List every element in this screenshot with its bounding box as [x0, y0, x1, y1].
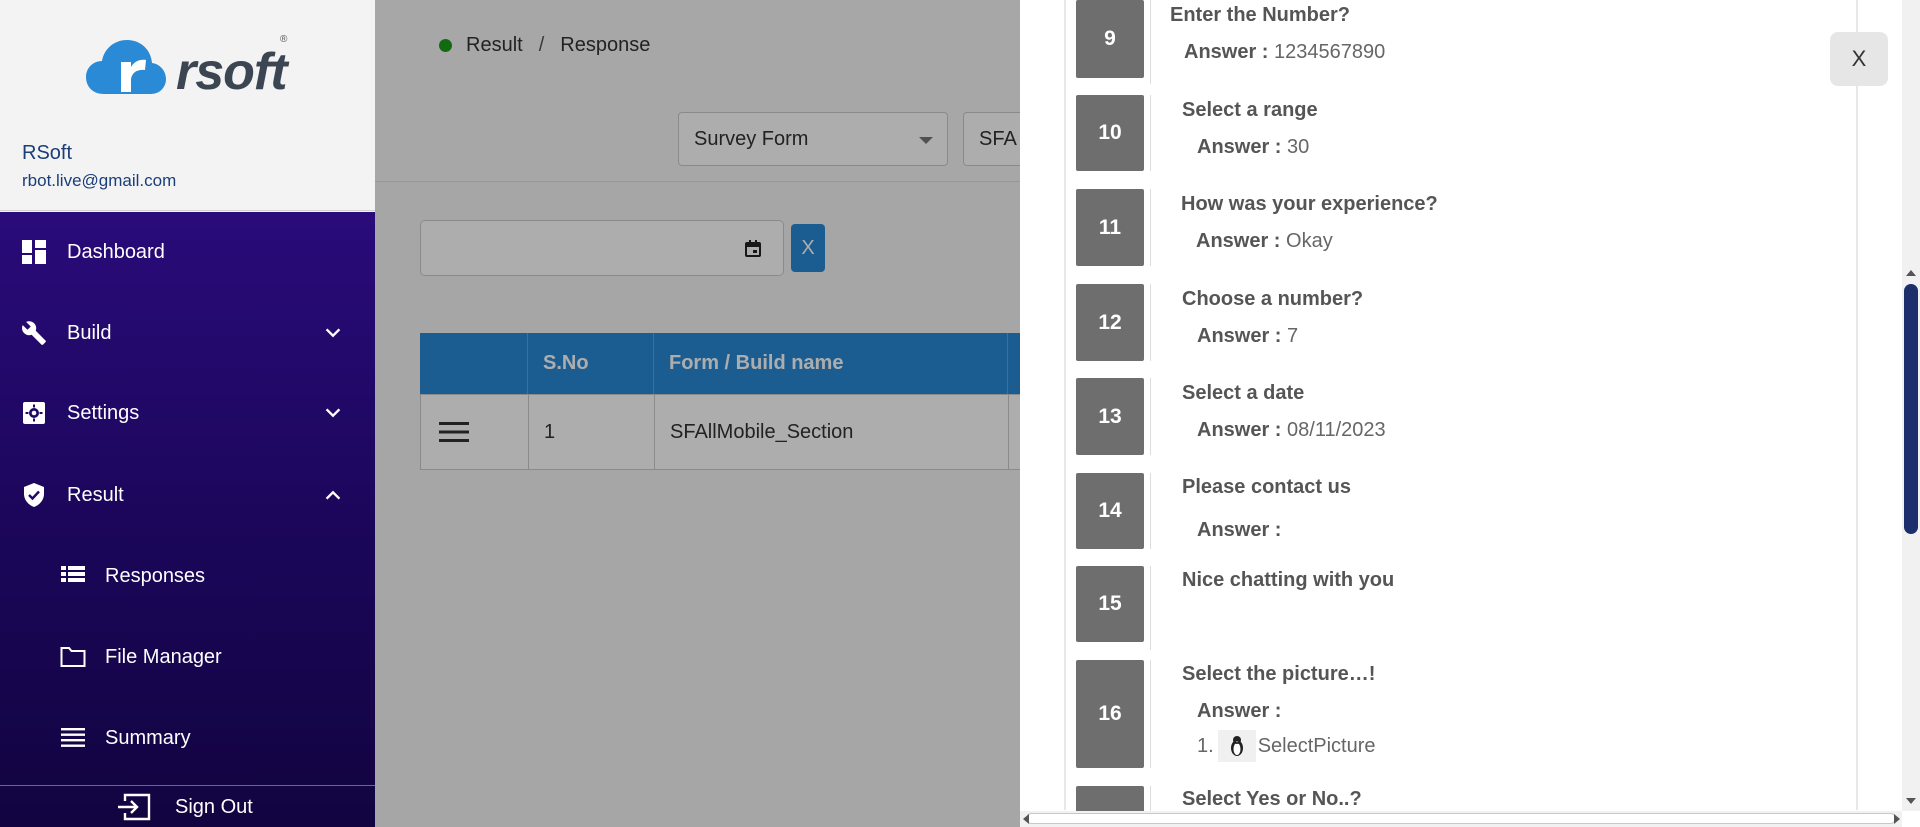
registered-mark: ® — [280, 34, 288, 45]
question-title: Please contact us — [1182, 476, 1351, 498]
question-number: 15 — [1076, 566, 1144, 642]
question-answer: Answer : 7 — [1197, 325, 1298, 348]
divider — [1150, 95, 1151, 171]
chevron-down-icon — [325, 328, 341, 338]
scroll-up-arrow-icon[interactable] — [1906, 270, 1916, 276]
sidebar-item-label: Dashboard — [67, 240, 165, 263]
sidebar-item-label: Result — [67, 483, 124, 506]
answer-label: Answer : — [1197, 136, 1282, 158]
picture-thumbnail[interactable] — [1217, 730, 1256, 762]
divider — [1150, 0, 1151, 84]
divider — [1150, 473, 1151, 549]
sidebar-item-responses[interactable]: Responses — [0, 546, 375, 606]
sidebar-nav: Dashboard Build Settings Result Response… — [0, 212, 375, 827]
horizontal-scrollbar-thumb[interactable] — [1026, 813, 1896, 824]
divider — [0, 210, 375, 211]
answer-label: Answer : — [1197, 700, 1282, 722]
divider — [1150, 284, 1151, 361]
close-panel-button[interactable]: X — [1830, 32, 1888, 86]
divider — [1150, 378, 1151, 455]
question-title: Select a range — [1182, 99, 1318, 121]
sidebar-item-label: Build — [67, 321, 112, 344]
question-number: 13 — [1076, 378, 1144, 455]
vertical-scrollbar-thumb[interactable] — [1904, 284, 1918, 534]
question-number: 16 — [1076, 660, 1144, 768]
question-title: Enter the Number? — [1170, 4, 1351, 26]
divider — [1150, 566, 1151, 650]
sidebar-item-label: Summary — [105, 726, 191, 749]
question-answer: Answer : 1234567890 — [1184, 41, 1385, 64]
question-answer: Answer : 08/11/2023 — [1197, 419, 1386, 442]
panel-border — [1856, 0, 1858, 810]
list-icon — [60, 563, 86, 589]
user-info: RSoft rbot.live@gmail.com — [22, 142, 176, 191]
question-number: 11 — [1076, 189, 1144, 266]
answer-value: 30 — [1287, 136, 1310, 158]
sidebar-item-summary[interactable]: Summary — [0, 708, 375, 768]
user-name: RSoft — [22, 142, 73, 164]
question-answer: Answer : — [1197, 519, 1281, 542]
cloud-logo-icon — [86, 40, 166, 94]
picture-index: 1. — [1197, 734, 1214, 757]
shield-icon — [21, 482, 47, 508]
chevron-down-icon — [325, 408, 341, 418]
panel-border — [1064, 0, 1066, 810]
answer-label: Answer : — [1197, 325, 1282, 347]
sidebar-item-label: Settings — [67, 401, 140, 424]
user-email: rbot.live@gmail.com — [22, 171, 177, 190]
sidebar-item-label: Responses — [105, 564, 206, 587]
answer-label: Answer : — [1184, 41, 1269, 63]
question-title: Select the picture…! — [1182, 663, 1376, 685]
rsoft-logo: rsoft ® — [86, 34, 296, 101]
scroll-left-arrow-icon[interactable] — [1023, 814, 1029, 824]
question-title: Choose a number? — [1182, 288, 1364, 310]
answer-label: Answer : — [1197, 519, 1282, 541]
question-answer: Answer : — [1197, 700, 1281, 723]
response-detail-panel: 9 Enter the Number? Answer : 1234567890 … — [1020, 0, 1920, 827]
sidebar: rsoft ® RSoft rbot.live@gmail.com Dashbo… — [0, 0, 375, 827]
divider — [1150, 660, 1151, 768]
sign-out-button[interactable]: Sign Out — [0, 785, 375, 827]
sidebar-item-build[interactable]: Build — [0, 303, 375, 363]
answer-value: 08/11/2023 — [1287, 419, 1386, 441]
question-answer: Answer : Okay — [1196, 230, 1333, 253]
penguin-icon — [1230, 736, 1243, 756]
question-title: Select a date — [1182, 382, 1305, 404]
answer-value: 1234567890 — [1274, 41, 1386, 63]
question-number: 12 — [1076, 284, 1144, 361]
scroll-right-arrow-icon[interactable] — [1894, 814, 1900, 824]
chevron-up-icon — [325, 490, 341, 500]
question-title: Nice chatting with you — [1182, 569, 1395, 591]
sign-out-icon — [118, 793, 151, 821]
sidebar-item-dashboard[interactable]: Dashboard — [0, 222, 375, 282]
sidebar-item-label: File Manager — [105, 645, 222, 668]
divider — [1150, 189, 1151, 266]
question-number: 10 — [1076, 95, 1144, 171]
brand-name: rsoft — [176, 43, 288, 101]
sidebar-item-settings[interactable]: Settings — [0, 383, 375, 443]
answer-value: 7 — [1287, 325, 1299, 347]
question-number: 9 — [1076, 0, 1144, 78]
picture-answer-item: 1. SelectPicture — [1197, 730, 1376, 762]
question-number: 14 — [1076, 473, 1144, 549]
settings-icon — [21, 400, 47, 426]
question-title: How was your experience? — [1181, 193, 1438, 215]
sidebar-item-result[interactable]: Result — [0, 465, 375, 525]
answer-label: Answer : — [1196, 230, 1281, 252]
answer-label: Answer : — [1197, 419, 1282, 441]
menu-lines-icon — [60, 725, 86, 751]
sidebar-item-file-manager[interactable]: File Manager — [0, 627, 375, 687]
answer-value: Okay — [1286, 230, 1333, 252]
folder-icon — [60, 644, 86, 670]
dashboard-icon — [21, 239, 47, 265]
picture-label: SelectPicture — [1257, 734, 1376, 757]
scroll-down-arrow-icon[interactable] — [1906, 798, 1916, 804]
sign-out-label: Sign Out — [175, 796, 253, 818]
question-answer: Answer : 30 — [1197, 136, 1309, 159]
wrench-icon — [21, 320, 47, 346]
question-title: Select Yes or No..? — [1182, 788, 1362, 810]
